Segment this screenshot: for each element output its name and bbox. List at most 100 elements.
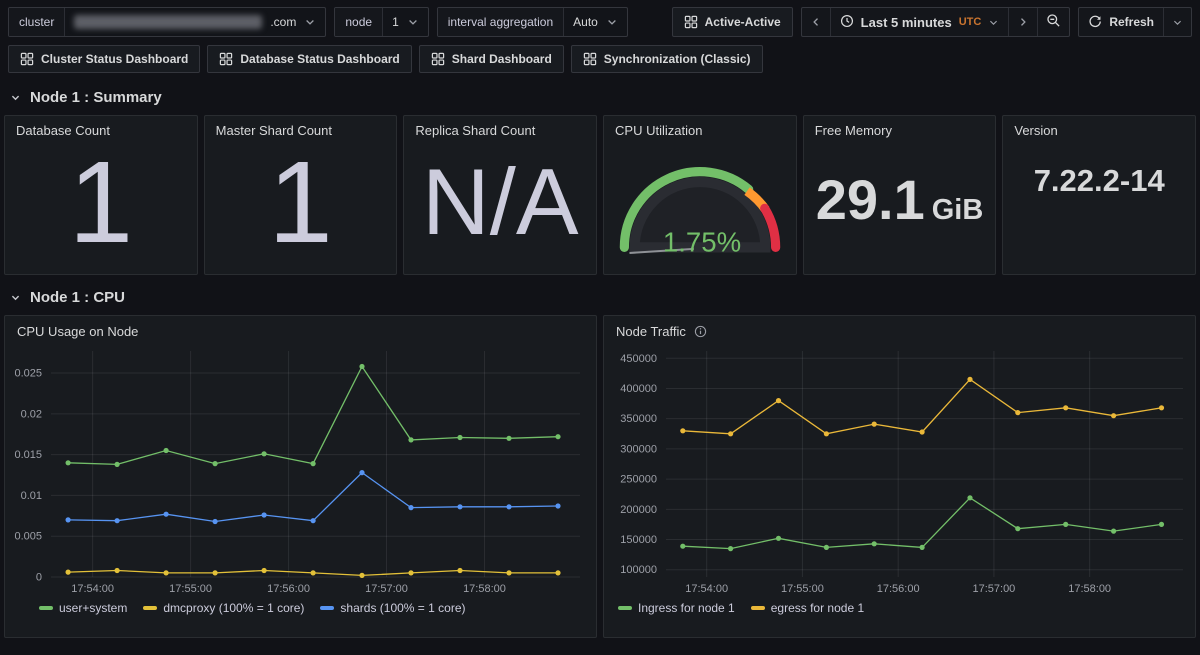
refresh-icon (1088, 14, 1102, 31)
chevron-down-icon (606, 16, 618, 28)
svg-text:350000: 350000 (620, 413, 657, 425)
section-node-1-cpu[interactable]: Node 1 : CPU (0, 275, 1200, 315)
svg-text:150000: 150000 (620, 534, 657, 546)
cpu-usage-legend: user+system dmcproxy (100% = 1 core) sha… (5, 597, 596, 621)
cluster-variable: cluster .com (8, 7, 326, 37)
refresh-label: Refresh (1109, 15, 1154, 29)
link-database-status-dashboard[interactable]: Database Status Dashboard (207, 45, 411, 73)
svg-text:17:58:00: 17:58:00 (463, 583, 506, 595)
section-node-1-summary[interactable]: Node 1 : Summary (0, 75, 1200, 115)
chevron-down-icon (304, 16, 316, 28)
svg-text:17:58:00: 17:58:00 (1068, 583, 1111, 595)
cluster-domain-suffix: .com (270, 15, 296, 29)
interval-aggregation-value: Auto (573, 15, 598, 29)
svg-text:0.025: 0.025 (14, 368, 42, 380)
link-shard-dashboard[interactable]: Shard Dashboard (419, 45, 564, 73)
svg-text:17:55:00: 17:55:00 (169, 583, 212, 595)
legend-item-shards[interactable]: shards (100% = 1 core) (320, 601, 465, 615)
chevron-right-icon (1017, 16, 1029, 28)
link-label: Shard Dashboard (452, 52, 552, 66)
active-active-dashboard-link[interactable]: Active-Active (672, 7, 793, 37)
time-range-controls: Last 5 minutes UTC (801, 7, 1071, 37)
svg-text:17:57:00: 17:57:00 (972, 583, 1015, 595)
legend-label: dmcproxy (100% = 1 core) (163, 601, 304, 615)
svg-text:200000: 200000 (620, 504, 657, 516)
link-label: Database Status Dashboard (240, 52, 399, 66)
panel-title: Version (1003, 116, 1195, 145)
legend-chip (751, 606, 765, 610)
cpu-usage-chart[interactable]: 00.0050.010.0150.020.02517:54:0017:55:00… (5, 343, 590, 597)
node-value: 1 (392, 15, 399, 29)
svg-text:450000: 450000 (620, 353, 657, 365)
node-traffic-legend: Ingress for node 1 egress for node 1 (604, 597, 1195, 621)
apps-grid-icon (431, 52, 445, 66)
node-traffic-chart[interactable]: 1000001500002000002500003000003500004000… (604, 343, 1193, 597)
free-memory-unit: GiB (932, 194, 984, 227)
clock-icon (840, 14, 854, 31)
svg-text:17:56:00: 17:56:00 (877, 583, 920, 595)
redacted-cluster-name (74, 15, 262, 29)
time-shift-forward-button[interactable] (1008, 8, 1037, 36)
legend-label: user+system (59, 601, 127, 615)
link-synchronization-classic[interactable]: Synchronization (Classic) (571, 45, 763, 73)
svg-text:0: 0 (36, 572, 42, 584)
apps-grid-icon (20, 52, 34, 66)
cluster-select[interactable]: .com (64, 8, 325, 36)
svg-text:17:56:00: 17:56:00 (267, 583, 310, 595)
panel-replica-shard-count: Replica Shard Count N/A (403, 115, 597, 275)
stat-value: 29.1 GiB (816, 172, 984, 228)
dashboard-links-bar: Cluster Status Dashboard Database Status… (0, 41, 1200, 75)
active-active-label: Active-Active (705, 15, 781, 29)
legend-item-user-system[interactable]: user+system (39, 601, 127, 615)
svg-text:0.02: 0.02 (21, 408, 42, 420)
panel-title: CPU Utilization (604, 116, 796, 145)
legend-item-egress[interactable]: egress for node 1 (751, 601, 864, 615)
chart-title-text: Node Traffic (616, 324, 686, 339)
link-cluster-status-dashboard[interactable]: Cluster Status Dashboard (8, 45, 200, 73)
node-variable: node 1 (334, 7, 428, 37)
legend-chip (618, 606, 632, 610)
refresh-interval-dropdown[interactable] (1163, 8, 1191, 36)
zoom-out-time-button[interactable] (1037, 8, 1069, 36)
svg-text:17:57:00: 17:57:00 (365, 583, 408, 595)
apps-grid-icon (684, 15, 698, 29)
cpu-gauge: 1.75% (608, 157, 792, 260)
svg-text:0.01: 0.01 (21, 490, 42, 502)
toolbar: cluster .com node 1 interval aggregation (0, 0, 1200, 41)
section-title: Node 1 : CPU (30, 289, 125, 306)
refresh-button[interactable]: Refresh (1079, 8, 1163, 36)
time-shift-back-button[interactable] (802, 8, 830, 36)
chevron-down-icon (407, 16, 419, 28)
interval-aggregation-label: interval aggregation (438, 8, 563, 36)
interval-aggregation-select[interactable]: Auto (563, 8, 627, 36)
panel-free-memory: Free Memory 29.1 GiB (803, 115, 997, 275)
chevron-down-icon (988, 17, 999, 28)
legend-chip (39, 606, 53, 610)
legend-label: Ingress for node 1 (638, 601, 735, 615)
stat-value: 7.22.2-14 (1034, 163, 1165, 199)
chevron-down-icon (1172, 17, 1183, 28)
panel-title: Master Shard Count (205, 116, 397, 145)
info-icon[interactable] (694, 325, 707, 338)
timezone-label: UTC (959, 16, 982, 28)
svg-text:0.015: 0.015 (14, 449, 42, 461)
svg-text:0.005: 0.005 (14, 531, 42, 543)
interval-aggregation-variable: interval aggregation Auto (437, 7, 628, 37)
panel-title: Node Traffic (604, 316, 1195, 341)
panel-cpu-utilization: CPU Utilization 1.75% (603, 115, 797, 275)
legend-item-ingress[interactable]: Ingress for node 1 (618, 601, 735, 615)
chevron-left-icon (810, 16, 822, 28)
svg-text:300000: 300000 (620, 443, 657, 455)
time-range-picker[interactable]: Last 5 minutes UTC (830, 8, 1009, 36)
panel-title: CPU Usage on Node (5, 316, 596, 341)
node-select[interactable]: 1 (382, 8, 428, 36)
stat-value: N/A (422, 155, 579, 249)
legend-item-dmcproxy[interactable]: dmcproxy (100% = 1 core) (143, 601, 304, 615)
apps-grid-icon (219, 52, 233, 66)
node-variable-label: node (335, 8, 382, 36)
apps-grid-icon (583, 52, 597, 66)
legend-chip (143, 606, 157, 610)
legend-label: egress for node 1 (771, 601, 864, 615)
summary-stats-row: Database Count 1 Master Shard Count 1 Re… (0, 115, 1200, 275)
grafana-dashboard: cluster .com node 1 interval aggregation (0, 0, 1200, 655)
